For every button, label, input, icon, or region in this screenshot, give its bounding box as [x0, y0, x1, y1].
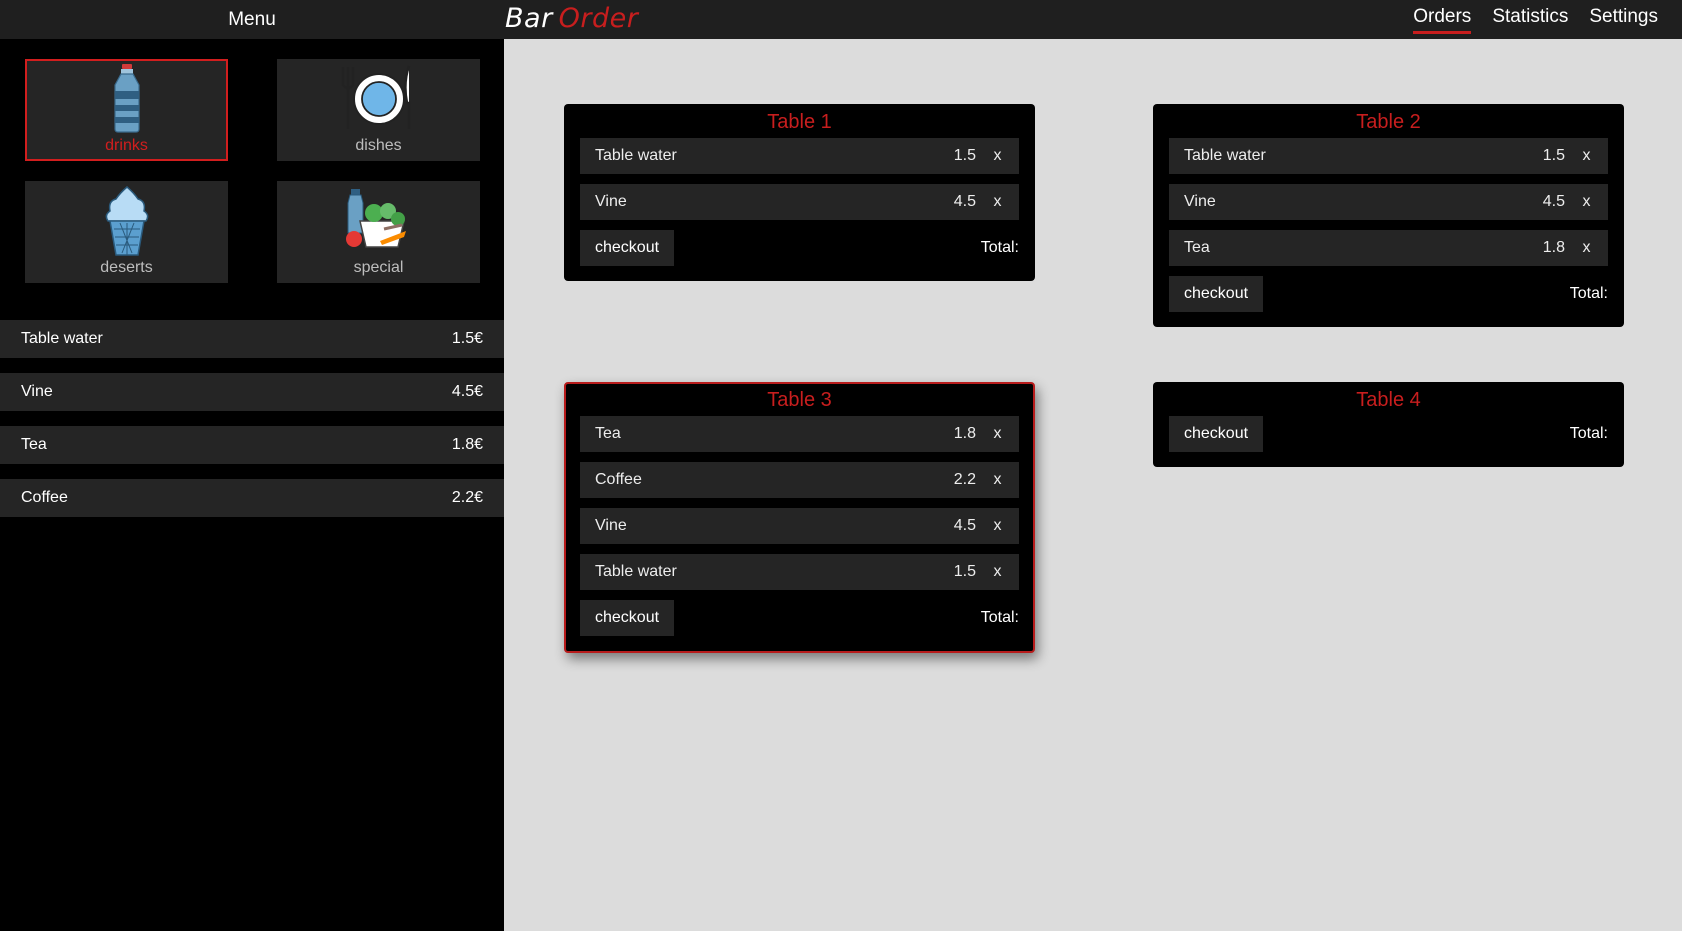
- order-item-name: Coffee: [595, 471, 642, 488]
- product-item[interactable]: Coffee 2.2€: [0, 479, 504, 517]
- ice-cream-icon: [25, 185, 228, 256]
- product-item[interactable]: Tea 1.8€: [0, 426, 504, 464]
- checkout-button[interactable]: checkout: [580, 230, 675, 266]
- order-row: Coffee 2.2 x: [580, 462, 1019, 498]
- brand-part-order: Order: [558, 3, 639, 34]
- checkout-button[interactable]: checkout: [580, 600, 675, 636]
- table-title: Table 3: [767, 389, 832, 411]
- order-row: Tea 1.8 x: [1169, 230, 1608, 266]
- remove-item-button[interactable]: x: [976, 471, 1019, 489]
- product-name: Coffee: [21, 489, 68, 506]
- category-drinks[interactable]: drinks: [25, 59, 228, 161]
- product-price: 1.5€: [451, 330, 483, 347]
- plate-fork-knife-icon: [277, 63, 480, 133]
- remove-item-button[interactable]: x: [1565, 147, 1608, 165]
- order-item-name: Table water: [595, 563, 677, 580]
- total-label: Total:: [980, 239, 1019, 256]
- order-row: Table water 1.5 x: [580, 554, 1019, 590]
- main-nav: Orders Statistics Settings: [1413, 0, 1682, 39]
- nav-orders[interactable]: Orders: [1413, 6, 1472, 34]
- order-item-name: Tea: [595, 425, 621, 442]
- order-row: Tea 1.8 x: [580, 416, 1019, 452]
- product-price: 2.2€: [451, 489, 483, 506]
- nav-statistics[interactable]: Statistics: [1492, 6, 1568, 34]
- brand-logo: Bar Order: [505, 3, 638, 34]
- category-dishes[interactable]: dishes: [277, 59, 480, 161]
- table-card-1[interactable]: Table 1 Table water 1.5 x Vine 4.5 x che…: [564, 104, 1035, 281]
- order-item-price: 1.8: [953, 425, 976, 442]
- product-item[interactable]: Table water 1.5€: [0, 320, 504, 358]
- order-item-name: Vine: [1184, 193, 1216, 210]
- checkout-button[interactable]: checkout: [1169, 276, 1264, 312]
- checkout-button[interactable]: checkout: [1169, 416, 1264, 452]
- order-item-price: 2.2: [953, 471, 976, 488]
- top-bar: Menu Bar Order Orders Statistics Settings: [0, 0, 1682, 39]
- remove-item-button[interactable]: x: [1565, 193, 1608, 211]
- table-footer: checkout Total:: [580, 600, 1019, 636]
- category-deserts[interactable]: deserts: [25, 181, 228, 283]
- order-row: Vine 4.5 x: [580, 508, 1019, 544]
- category-label: dishes: [355, 137, 402, 154]
- product-item[interactable]: Vine 4.5€: [0, 373, 504, 411]
- table-title: Table 1: [767, 111, 832, 133]
- product-name: Table water: [21, 330, 103, 347]
- order-item-price: 1.5: [1542, 147, 1565, 164]
- table-card-4[interactable]: Table 4 checkout Total:: [1153, 382, 1624, 467]
- order-item-price: 4.5: [1542, 193, 1565, 210]
- table-card-3[interactable]: Table 3 Tea 1.8 x Coffee 2.2 x Vine 4.5 …: [564, 382, 1035, 653]
- order-item-price: 1.8: [1542, 239, 1565, 256]
- order-item-name: Vine: [595, 517, 627, 534]
- order-item-name: Table water: [1184, 147, 1266, 164]
- table-card-2[interactable]: Table 2 Table water 1.5 x Vine 4.5 x Tea…: [1153, 104, 1624, 327]
- sidebar: drinks dishes deserts special Table wate…: [0, 39, 504, 931]
- nav-settings[interactable]: Settings: [1589, 6, 1658, 34]
- order-item-price: 1.5: [953, 147, 976, 164]
- category-label: drinks: [105, 137, 148, 154]
- product-name: Vine: [21, 383, 53, 400]
- menu-title: Menu: [228, 9, 276, 30]
- category-label: deserts: [100, 259, 153, 276]
- table-title: Table 4: [1356, 389, 1421, 411]
- remove-item-button[interactable]: x: [976, 147, 1019, 165]
- product-price: 4.5€: [451, 383, 483, 400]
- product-name: Tea: [21, 436, 47, 453]
- water-bottle-icon: [25, 63, 228, 133]
- remove-item-button[interactable]: x: [1565, 239, 1608, 257]
- total-label: Total:: [1569, 285, 1608, 302]
- order-item-price: 4.5: [953, 517, 976, 534]
- remove-item-button[interactable]: x: [976, 563, 1019, 581]
- app-root: Menu Bar Order Orders Statistics Settings: [0, 0, 1682, 931]
- table-footer: checkout Total:: [1169, 416, 1608, 452]
- order-item-name: Table water: [595, 147, 677, 164]
- order-item-price: 4.5: [953, 193, 976, 210]
- order-row: Table water 1.5 x: [580, 138, 1019, 174]
- order-row: Vine 4.5 x: [580, 184, 1019, 220]
- groceries-icon: [277, 185, 480, 255]
- category-label: special: [353, 259, 404, 276]
- category-special[interactable]: special: [277, 181, 480, 283]
- order-item-name: Tea: [1184, 239, 1210, 256]
- order-item-name: Vine: [595, 193, 627, 210]
- order-row: Vine 4.5 x: [1169, 184, 1608, 220]
- remove-item-button[interactable]: x: [976, 517, 1019, 535]
- order-row: Table water 1.5 x: [1169, 138, 1608, 174]
- total-label: Total:: [1569, 425, 1608, 442]
- table-title: Table 2: [1356, 111, 1421, 133]
- order-item-price: 1.5: [953, 563, 976, 580]
- remove-item-button[interactable]: x: [976, 425, 1019, 443]
- table-footer: checkout Total:: [580, 230, 1019, 266]
- brand-part-bar: Bar: [505, 3, 553, 34]
- table-footer: checkout Total:: [1169, 276, 1608, 312]
- remove-item-button[interactable]: x: [976, 193, 1019, 211]
- total-label: Total:: [980, 609, 1019, 626]
- product-price: 1.8€: [451, 436, 483, 453]
